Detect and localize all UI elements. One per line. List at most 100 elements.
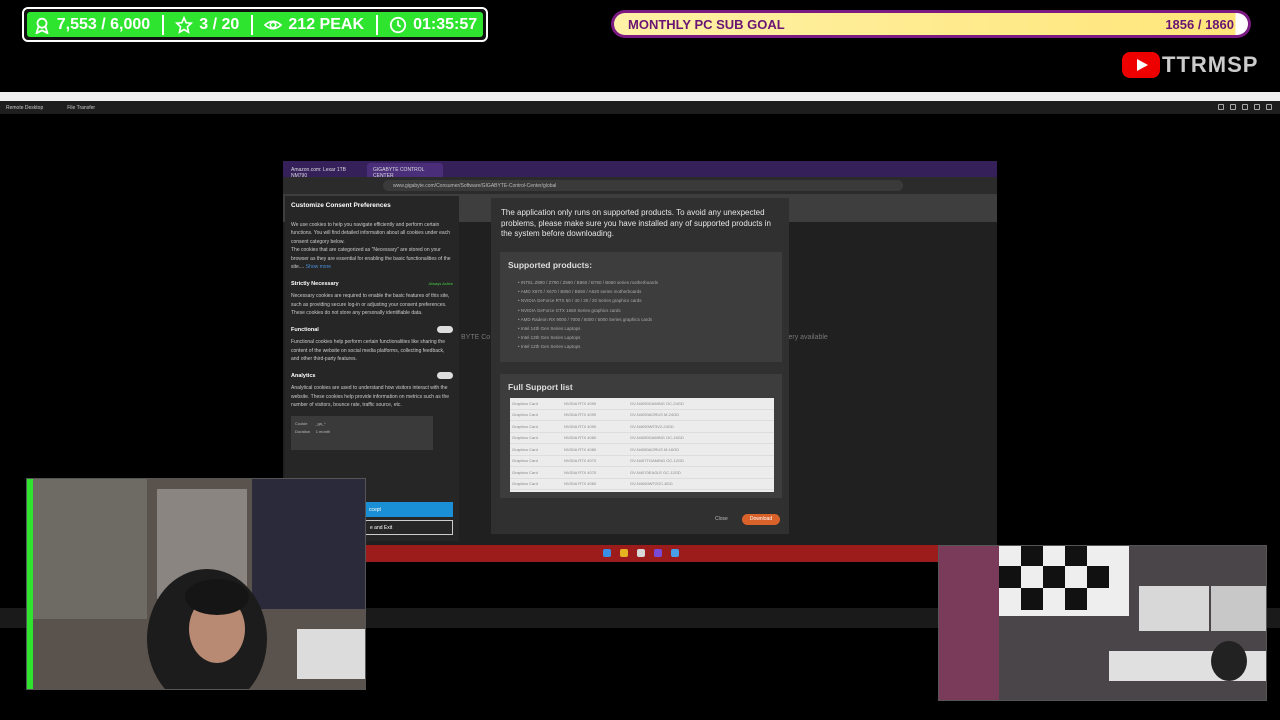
remote-desktop-toolbar: Remote Desktop File Transfer	[0, 101, 1280, 114]
remote-desktop-titlebar	[0, 92, 1280, 101]
full-support-table[interactable]: Graphics Card NVIDIA RTX 4090 GV-N4090GAMI…	[510, 398, 774, 492]
table-cell: NVIDIA RTX 4090	[564, 423, 597, 429]
table-cell: GV-N4080AORUS M-16GD	[630, 446, 680, 452]
cookie-details-table: Cookie _ga_* Duration 1 month	[291, 415, 433, 450]
timer-stat: 01:35:57	[389, 16, 477, 34]
webcam-image	[939, 546, 1266, 700]
table-cell: GV-N4060WF2OC-8GD	[630, 481, 673, 487]
tab-amazon[interactable]: Amazon.com: Lexar 1TB NM790	[285, 163, 365, 179]
analytics-toggle[interactable]	[437, 371, 453, 379]
section-title[interactable]: Functional	[291, 326, 319, 335]
table-row: Cookie _ga_*	[295, 420, 326, 426]
section-text: Necessary cookies are required to enable…	[291, 293, 450, 316]
folder-icon[interactable]	[620, 549, 628, 557]
supported-products-box: Supported products: INTEL Z890 / Z790 / …	[500, 252, 782, 362]
table-cell: NVIDIA RTX 4080	[564, 446, 597, 452]
goal-label: MONTHLY PC SUB GOAL	[628, 16, 785, 32]
full-support-title: Full Support list	[508, 382, 573, 392]
star-icon	[175, 15, 194, 34]
section-text: Analytical cookies are used to understan…	[291, 385, 450, 408]
list-item: AMD Radeon RX 9000 / 7000 / 6000 / 5000 …	[518, 315, 774, 324]
table-cell: GV-N4090GAMING OC-24GD	[630, 400, 684, 406]
table-cell: GV-N4080GAMING OC-16GD	[630, 435, 684, 441]
page-background-text: very available	[785, 334, 828, 341]
stream-stats-bar: 7,553 / 6,000 3 / 20 212 PEAK 01:35:57	[22, 7, 488, 42]
table-row: Graphics Card NVIDIA RTX 4090 GV-N4090GAMI…	[510, 398, 774, 410]
table-row: Graphics CardNVIDIA RTX 4060GV-N4060EAGL…	[510, 490, 774, 492]
settings-icon[interactable]	[1218, 104, 1224, 110]
table-row: Graphics Card NVIDIA RTX 4080 GV-N4080AORU…	[510, 444, 774, 456]
supported-list: INTEL Z890 / Z790 / Z690 / B860 / B760 /…	[508, 278, 774, 352]
cookie-section-analytics: Analytics Analytical cookies are used to…	[291, 371, 453, 450]
youtube-icon	[1122, 52, 1160, 78]
table-cell: NVIDIA RTX 4090	[564, 400, 597, 406]
timer-value: 01:35:57	[413, 15, 478, 33]
list-item: INTEL Z890 / Z790 / Z690 / B860 / B760 /…	[518, 278, 774, 287]
table-cell: Graphics Card	[512, 458, 538, 464]
list-item: NVIDIA GeForce RTX 50 / 40 / 30 / 20 Ser…	[518, 296, 774, 305]
cookie-panel-title: Customize Consent Preferences	[291, 202, 391, 209]
webcam-room	[938, 545, 1267, 701]
table-cell: NVIDIA RTX 4090	[564, 412, 597, 418]
download-warning-modal: The application only runs on supported p…	[491, 198, 789, 534]
youtube-brand: TTRMSP	[1122, 52, 1258, 78]
webcam-streamer	[26, 478, 366, 690]
table-row: Graphics Card NVIDIA RTX 4090 GV-N4090WF3V…	[510, 421, 774, 433]
app-icon[interactable]	[671, 549, 679, 557]
close-button[interactable]: Close	[715, 516, 728, 522]
divider	[161, 14, 164, 35]
table-row: Graphics Card NVIDIA RTX 4060 GV-N4060WF2O…	[510, 479, 774, 490]
show-more-link[interactable]: Show more	[306, 264, 331, 270]
chat-icon[interactable]	[1242, 104, 1248, 110]
full-support-box: Full Support list Graphics Card NVIDIA RT…	[500, 374, 782, 498]
peak-stat: 212 PEAK	[264, 16, 364, 34]
rating-stat: 3 / 20	[175, 15, 240, 34]
save-and-exit-button[interactable]: e and Exit	[365, 520, 453, 535]
table-cell: Graphics Card	[512, 469, 538, 475]
page-background-text: BYTE Co	[461, 334, 491, 341]
list-item: NVIDIA GeForce GTX 1660 Series graphics …	[518, 306, 774, 315]
table-cell: Graphics Card	[512, 412, 538, 418]
table-row: Graphics Card NVIDIA RTX 4090 GV-N4090AORU…	[510, 410, 774, 421]
start-icon[interactable]	[603, 549, 611, 557]
app-icon[interactable]	[654, 549, 662, 557]
table-cell: Graphics Card	[512, 435, 538, 441]
toolbar-file-transfer[interactable]: File Transfer	[67, 105, 95, 111]
table-row: Graphics Card NVIDIA RTX 4070 GV-N407TGAMI…	[510, 456, 774, 467]
chrome-icon[interactable]	[637, 549, 645, 557]
eye-icon	[264, 20, 283, 29]
toolbar-remote-desktop[interactable]: Remote Desktop	[6, 105, 43, 111]
followers-value: 7,553 / 6,000	[56, 15, 151, 33]
divider	[250, 14, 253, 35]
table-row: Duration 1 month	[295, 429, 331, 434]
clock-icon	[389, 16, 407, 33]
browser-address-bar: www.gigabyte.com/Consumer/Software/GIGAB…	[283, 177, 997, 194]
tab-gigabyte[interactable]: GIGABYTE CONTROL CENTER	[367, 163, 443, 179]
cookie-intro: We use cookies to help you navigate effi…	[291, 221, 450, 245]
list-item: Intel 13th Gen Series Laptops	[518, 333, 774, 342]
rating-value: 3 / 20	[199, 15, 240, 33]
functional-toggle[interactable]	[437, 325, 453, 333]
fullscreen-icon[interactable]	[1254, 104, 1260, 110]
table-cell: NVIDIA RTX 4080	[564, 435, 597, 441]
accept-button[interactable]: ccept	[365, 502, 453, 517]
section-text: Functional cookies help perform certain …	[291, 339, 445, 362]
toolbar-icons	[1218, 104, 1272, 110]
section-title[interactable]: Strictly Necessary	[291, 280, 339, 289]
table-cell: Graphics Card	[512, 423, 538, 429]
brand-text: TTRMSP	[1162, 52, 1259, 77]
browser-tab-strip: Amazon.com: Lexar 1TB NM790 GIGABYTE CON…	[283, 161, 997, 179]
section-title[interactable]: Analytics	[291, 372, 315, 381]
table-cell: NVIDIA RTX 4070	[564, 469, 597, 475]
close-icon[interactable]	[1266, 104, 1272, 110]
table-cell: GV-N4090AORUS M-24GD	[630, 412, 680, 418]
list-item: Intel 14th Gen Series Laptops	[518, 324, 774, 333]
url-field[interactable]: www.gigabyte.com/Consumer/Software/GIGAB…	[383, 180, 903, 191]
table-row: Graphics Card NVIDIA RTX 4080 GV-N4080GAMI…	[510, 433, 774, 444]
goal-progress: 1856 / 1860	[1165, 16, 1234, 32]
sub-goal-bar: MONTHLY PC SUB GOAL 1856 / 1860	[611, 10, 1251, 38]
cookie-intro-2: The cookies that are categorized as "Nec…	[291, 247, 451, 270]
download-button[interactable]: Download	[742, 514, 780, 525]
table-cell: NVIDIA RTX 4070	[564, 458, 597, 464]
window-icon[interactable]	[1230, 104, 1236, 110]
